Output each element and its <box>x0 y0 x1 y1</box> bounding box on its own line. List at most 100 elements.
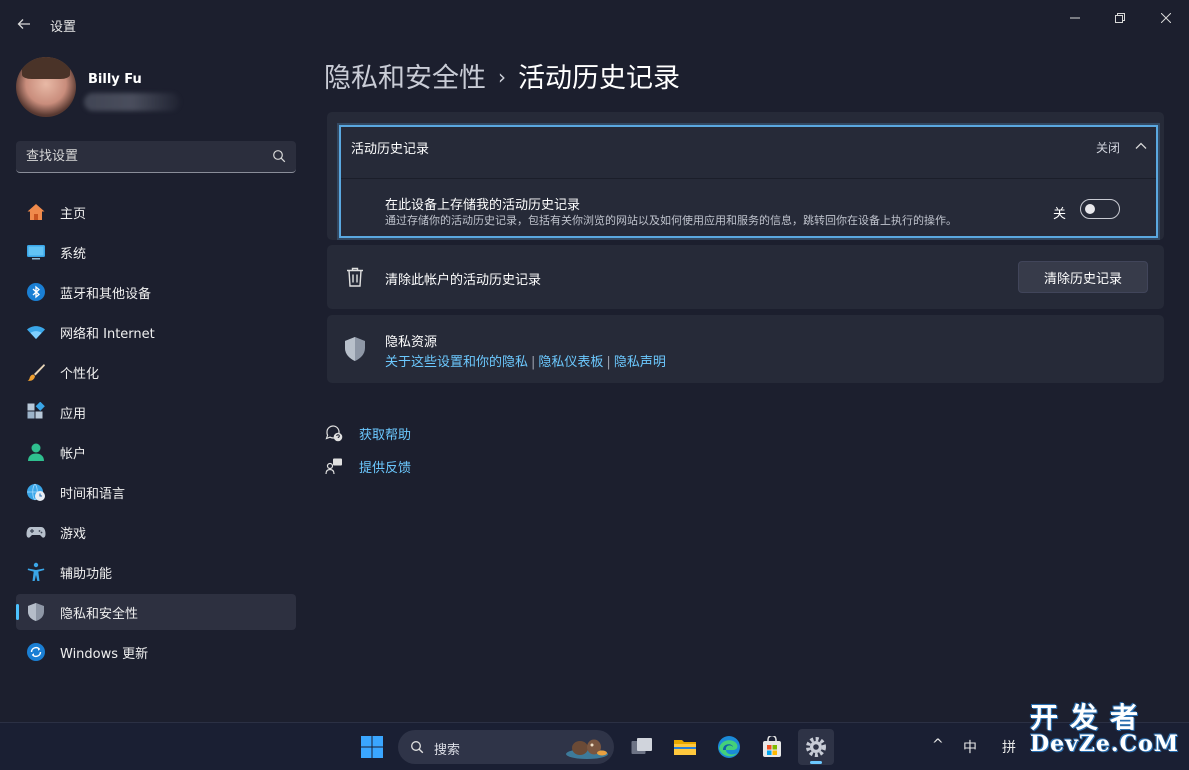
windows-update-icon <box>27 643 45 661</box>
account-icon <box>28 443 44 461</box>
sidebar-item-label: 网络和 Internet <box>60 326 155 342</box>
sidebar-item-label: 帐户 <box>60 446 87 462</box>
sidebar-item-bluetooth[interactable]: 蓝牙和其他设备 <box>16 274 296 310</box>
start-button[interactable] <box>354 729 390 765</box>
get-help-link[interactable]: 获取帮助 <box>325 417 411 450</box>
globe-clock-icon <box>27 483 45 501</box>
sidebar-item-label: Windows 更新 <box>60 646 149 662</box>
sidebar-item-accounts[interactable]: 帐户 <box>16 434 296 470</box>
help-links: 获取帮助 提供反馈 <box>325 417 411 483</box>
user-email-redacted <box>84 93 180 111</box>
close-icon <box>1161 13 1171 23</box>
close-button[interactable] <box>1143 6 1189 30</box>
activity-history-expander: 活动历史记录 关闭 在此设备上存储我的活动历史记录 通过存储你的活动历史记录，包… <box>327 112 1164 240</box>
store-history-description: 通过存储你的活动历史记录，包括有关你浏览的网站以及如何使用应用和服务的信息，跳转… <box>385 214 957 227</box>
clear-history-button[interactable]: 清除历史记录 <box>1018 261 1148 293</box>
settings-app-button[interactable] <box>798 729 834 765</box>
settings-window: 设置 Billy Fu 主页 系统 蓝牙和其他设备 <box>0 0 1189 722</box>
privacy-resources-title: 隐私资源 <box>385 335 438 350</box>
store-icon <box>763 736 781 757</box>
apps-icon <box>27 402 45 419</box>
taskbar-search[interactable]: 搜索 <box>398 730 614 764</box>
sidebar-item-home[interactable]: 主页 <box>16 194 296 230</box>
gamepad-icon <box>26 527 46 538</box>
sidebar-item-label: 辅助功能 <box>60 566 113 582</box>
privacy-shield-icon <box>345 337 365 361</box>
edge-browser-button[interactable] <box>711 729 747 765</box>
app-title: 设置 <box>50 20 77 35</box>
task-view-icon <box>631 738 652 754</box>
breadcrumb-separator: › <box>498 65 506 89</box>
store-history-title: 在此设备上存储我的活动历史记录 <box>385 198 581 213</box>
sidebar-item-gaming[interactable]: 游戏 <box>16 514 296 550</box>
ime-type-indicator[interactable]: 拼 <box>1002 737 1016 757</box>
chevron-up-icon[interactable] <box>1134 139 1148 153</box>
sidebar-item-apps[interactable]: 应用 <box>16 394 296 430</box>
help-chat-icon <box>325 425 343 442</box>
taskbar-search-label: 搜索 <box>434 743 461 758</box>
windows-logo-icon <box>361 736 383 758</box>
breadcrumb: 隐私和安全性 › 活动历史记录 <box>324 56 680 95</box>
sidebar-item-label: 游戏 <box>60 526 87 542</box>
search-icon[interactable] <box>272 149 286 163</box>
system-display-icon <box>27 245 45 260</box>
sidebar-item-label: 时间和语言 <box>60 486 126 502</box>
expander-title: 活动历史记录 <box>351 142 430 157</box>
search-icon <box>411 741 424 754</box>
privacy-dashboard-link[interactable]: 隐私仪表板 <box>538 355 603 370</box>
restore-button[interactable] <box>1097 6 1143 30</box>
privacy-links: 关于这些设置和你的隐私 | 隐私仪表板 | 隐私声明 <box>385 351 666 370</box>
file-explorer-button[interactable] <box>667 729 703 765</box>
page-title: 活动历史记录 <box>518 63 680 94</box>
divider <box>341 178 1156 179</box>
sidebar-item-label: 主页 <box>60 206 87 222</box>
sidebar-nav: 主页 系统 蓝牙和其他设备 网络和 Internet 个性化 应用 帐户 时间和… <box>16 194 296 674</box>
sidebar-item-system[interactable]: 系统 <box>16 234 296 270</box>
sidebar-item-label: 蓝牙和其他设备 <box>60 286 152 302</box>
feedback-link[interactable]: 提供反馈 <box>325 450 411 483</box>
sidebar-item-personalization[interactable]: 个性化 <box>16 354 296 390</box>
title-bar: 设置 <box>0 0 1189 48</box>
sidebar-item-privacy-security[interactable]: 隐私和安全性 <box>16 594 296 630</box>
minimize-button[interactable] <box>1052 6 1098 30</box>
privacy-about-link[interactable]: 关于这些设置和你的隐私 <box>385 355 528 370</box>
edge-icon <box>718 736 740 758</box>
back-arrow-icon <box>17 19 30 29</box>
settings-search[interactable] <box>16 141 296 173</box>
privacy-statement-link[interactable]: 隐私声明 <box>614 355 666 370</box>
store-button[interactable] <box>754 729 790 765</box>
task-view-button[interactable] <box>624 729 660 765</box>
sidebar-item-accessibility[interactable]: 辅助功能 <box>16 554 296 590</box>
privacy-resources-card: 隐私资源 关于这些设置和你的隐私 | 隐私仪表板 | 隐私声明 <box>327 315 1164 383</box>
sidebar-item-windows-update[interactable]: Windows 更新 <box>16 634 296 670</box>
toggle-state-label: 关 <box>1053 207 1067 222</box>
gear-icon <box>806 737 826 757</box>
accessibility-icon <box>27 562 45 581</box>
get-help-label: 获取帮助 <box>359 428 412 443</box>
ime-mode-indicator[interactable]: 中 <box>963 737 977 757</box>
restore-icon <box>1115 13 1125 23</box>
back-button[interactable] <box>12 12 36 36</box>
tray-overflow-button[interactable]: ^ <box>932 737 944 753</box>
sidebar-item-label: 系统 <box>60 246 87 262</box>
trash-icon <box>347 267 363 287</box>
search-highlight-image-icon <box>566 739 608 759</box>
link-separator: | <box>531 355 536 370</box>
expander-state: 关闭 <box>1095 141 1120 155</box>
feedback-label: 提供反馈 <box>359 461 412 476</box>
link-separator: | <box>606 355 611 370</box>
sidebar-item-time-language[interactable]: 时间和语言 <box>16 474 296 510</box>
breadcrumb-parent[interactable]: 隐私和安全性 <box>324 63 486 94</box>
avatar[interactable] <box>16 57 76 117</box>
store-history-toggle[interactable] <box>1080 199 1120 219</box>
sidebar-item-network[interactable]: 网络和 Internet <box>16 314 296 350</box>
clear-history-label: 清除此帐户的活动历史记录 <box>385 273 542 288</box>
toggle-knob <box>1085 204 1095 214</box>
sidebar-item-label: 隐私和安全性 <box>60 606 139 622</box>
search-input[interactable] <box>16 141 266 171</box>
paintbrush-icon <box>27 364 45 381</box>
feedback-icon <box>325 458 342 475</box>
expander-header[interactable]: 活动历史记录 关闭 <box>327 112 1164 178</box>
shield-icon <box>28 603 44 621</box>
taskbar: 搜索 ^ 中 拼 <box>0 722 1189 770</box>
